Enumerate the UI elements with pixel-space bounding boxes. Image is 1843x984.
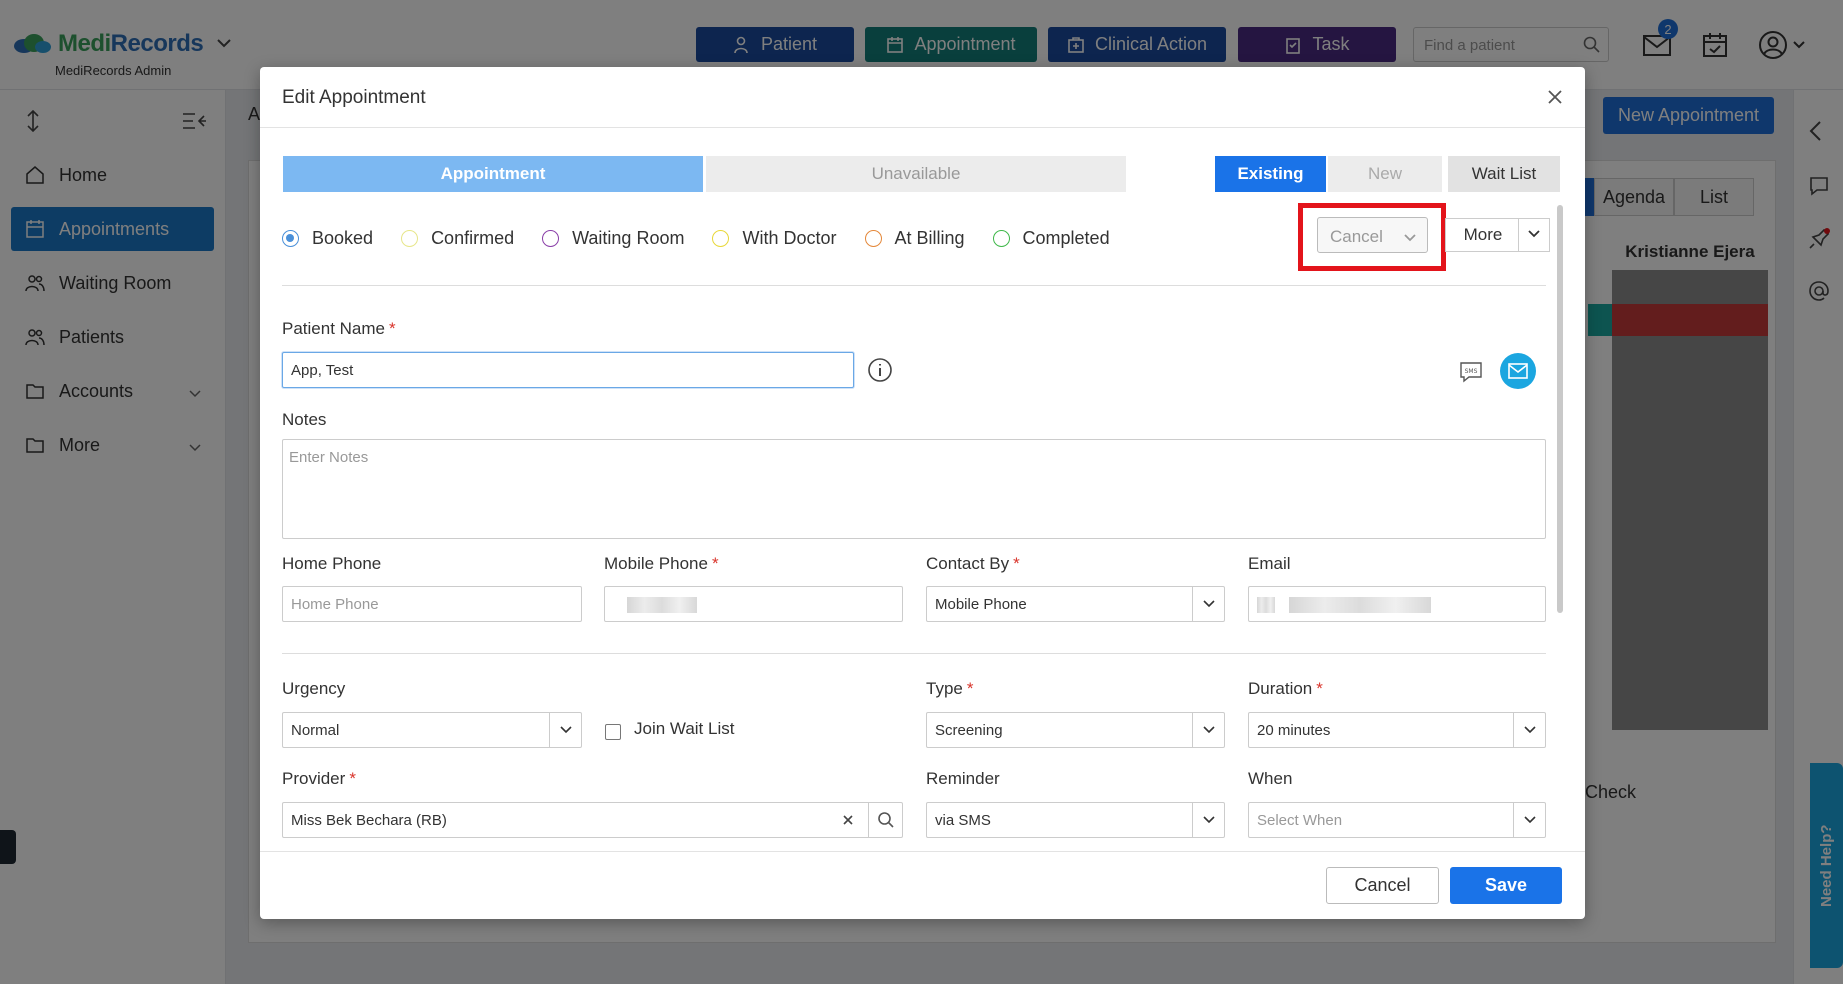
contact-by-select[interactable]: Mobile Phone — [926, 586, 1225, 622]
home-phone-label: Home Phone — [282, 554, 382, 573]
reminder-select[interactable]: via SMS — [926, 802, 1225, 838]
radio-button[interactable] — [992, 229, 1010, 247]
status-completed[interactable]: Completed — [992, 227, 1110, 249]
info-icon[interactable] — [867, 357, 893, 388]
tab-new[interactable]: New — [1328, 156, 1442, 192]
tab-unavailable[interactable]: Unavailable — [706, 156, 1126, 192]
status-label: Booked — [312, 227, 374, 248]
home-phone-input[interactable]: Home Phone — [282, 586, 582, 622]
status-label: With Doctor — [742, 227, 837, 248]
status-radio-group: Booked Confirmed Waiting Room With Docto… — [282, 227, 1138, 249]
redacted-value — [1289, 597, 1431, 613]
tab-wait-list[interactable]: Wait List — [1448, 156, 1560, 192]
chevron-down-icon — [1192, 803, 1224, 837]
join-wait-list-label[interactable]: Join Wait List — [634, 719, 734, 739]
divider — [282, 653, 1546, 654]
notes-label: Notes — [282, 410, 327, 429]
status-label: Confirmed — [431, 227, 515, 248]
divider — [282, 285, 1546, 286]
email-circle-icon[interactable] — [1500, 353, 1536, 394]
cancel-select-value: Cancel — [1330, 227, 1383, 246]
patient-name-input[interactable]: App, Test — [282, 352, 854, 388]
email-label: Email — [1248, 554, 1291, 573]
type-value: Screening — [935, 722, 1003, 739]
duration-value: 20 minutes — [1257, 722, 1331, 739]
provider-value: Miss Bek Bechara (RB) — [291, 812, 447, 829]
status-label: Waiting Room — [572, 227, 685, 248]
type-select[interactable]: Screening — [926, 712, 1225, 748]
email-input[interactable] — [1248, 586, 1546, 622]
when-select[interactable]: Select When — [1248, 802, 1546, 838]
urgency-select[interactable]: Normal — [282, 712, 582, 748]
cancel-button[interactable]: Cancel — [1326, 867, 1439, 904]
more-dropdown-toggle[interactable] — [1518, 218, 1550, 252]
provider-input[interactable]: Miss Bek Bechara (RB) — [282, 802, 903, 838]
search-icon[interactable] — [868, 803, 902, 837]
chevron-down-icon — [1192, 713, 1224, 747]
notes-textarea[interactable]: Enter Notes — [282, 439, 1546, 539]
provider-label: Provider * — [282, 769, 356, 788]
svg-text:SMS: SMS — [1465, 368, 1478, 375]
status-label: Completed — [1022, 227, 1110, 248]
chevron-down-icon — [1527, 226, 1541, 244]
radio-button[interactable] — [712, 229, 730, 247]
urgency-label: Urgency — [282, 679, 346, 698]
modal-title: Edit Appointment — [282, 87, 426, 108]
clear-icon[interactable] — [842, 813, 854, 830]
status-at-billing[interactable]: At Billing — [864, 227, 965, 249]
chevron-down-icon — [1513, 713, 1545, 747]
chevron-down-icon — [1403, 228, 1417, 248]
patient-name-label: Patient Name * — [282, 319, 396, 338]
edit-appointment-modal: Edit Appointment Appointment Unavailable… — [260, 67, 1585, 919]
radio-button[interactable] — [282, 229, 299, 247]
status-waiting-room[interactable]: Waiting Room — [542, 228, 684, 249]
urgency-value: Normal — [291, 722, 340, 739]
mobile-phone-input[interactable] — [604, 586, 903, 622]
modal-scrollbar[interactable] — [1557, 205, 1563, 613]
type-label: Type * — [926, 679, 974, 698]
status-confirmed[interactable]: Confirmed — [401, 228, 514, 249]
radio-button[interactable] — [401, 229, 419, 247]
chevron-down-icon — [549, 713, 581, 747]
contact-by-label: Contact By * — [926, 554, 1020, 573]
chevron-down-icon — [1513, 803, 1545, 837]
tab-appointment[interactable]: Appointment — [283, 156, 703, 192]
duration-select[interactable]: 20 minutes — [1248, 712, 1546, 748]
more-button[interactable]: More — [1445, 218, 1520, 252]
radio-button[interactable] — [864, 229, 882, 247]
reminder-value: via SMS — [935, 812, 991, 829]
reminder-label: Reminder — [926, 769, 1000, 788]
radio-button[interactable] — [542, 229, 560, 247]
when-placeholder: Select When — [1257, 812, 1343, 829]
sms-icon[interactable]: SMS — [1459, 361, 1483, 388]
save-button[interactable]: Save — [1450, 867, 1562, 904]
mobile-phone-label: Mobile Phone * — [604, 554, 719, 573]
redacted-value — [1257, 597, 1275, 613]
status-with-doctor[interactable]: With Doctor — [712, 227, 837, 249]
when-label: When — [1248, 769, 1293, 788]
duration-label: Duration * — [1248, 679, 1323, 698]
contact-by-value: Mobile Phone — [935, 596, 1027, 613]
redacted-value — [627, 597, 697, 613]
chevron-down-icon — [1192, 587, 1224, 621]
join-wait-list-checkbox[interactable] — [605, 724, 621, 740]
status-label: At Billing — [894, 227, 965, 248]
status-booked[interactable]: Booked — [282, 228, 373, 249]
modal-header: Edit Appointment — [260, 67, 1585, 128]
cancel-status-select[interactable]: Cancel — [1317, 217, 1428, 253]
close-icon[interactable] — [1543, 85, 1567, 109]
tab-existing[interactable]: Existing — [1215, 156, 1326, 192]
